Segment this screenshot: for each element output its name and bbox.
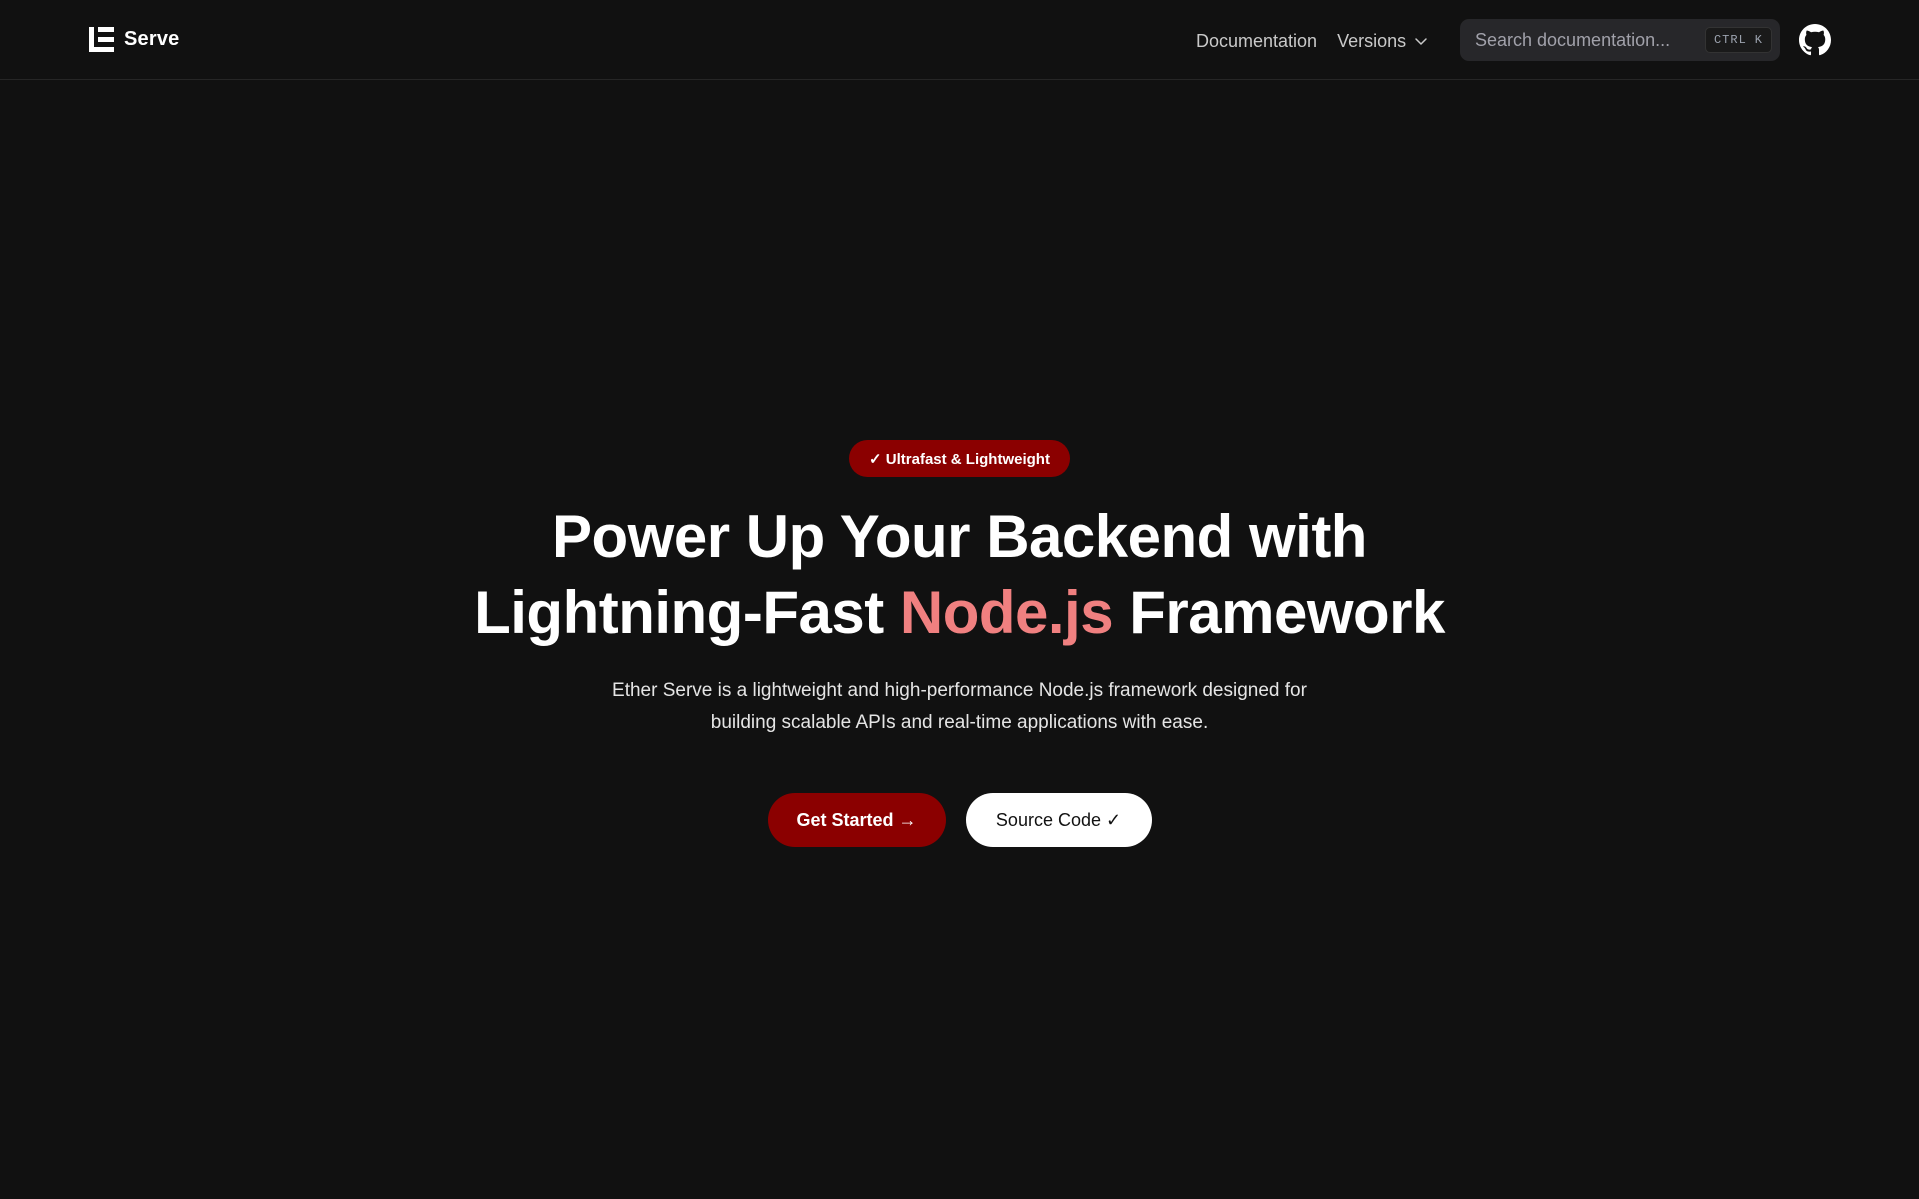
brand-name: Serve bbox=[124, 28, 180, 50]
headline-line-2-pre: Lightning-Fast bbox=[474, 579, 900, 646]
search-placeholder: Search documentation... bbox=[1475, 29, 1671, 50]
hero-headline: Power Up Your Backend with Lightning-Fas… bbox=[474, 499, 1445, 651]
hero-subtitle: Ether Serve is a lightweight and high-pe… bbox=[612, 680, 1307, 733]
nav-versions-dropdown[interactable]: Versions bbox=[1337, 28, 1428, 54]
github-icon bbox=[1799, 24, 1831, 56]
nav-versions-label: Versions bbox=[1337, 31, 1407, 51]
github-link[interactable] bbox=[1799, 24, 1831, 56]
headline-accent: Node.js bbox=[899, 579, 1114, 646]
headline-line-2-post: Framework bbox=[1113, 579, 1445, 646]
search-shortcut-hint: CTRL K bbox=[1704, 27, 1772, 53]
top-navbar: Serve Documentation Versions Search docu… bbox=[0, 0, 1919, 80]
ether-logo-icon bbox=[89, 27, 114, 52]
nav-documentation-link[interactable]: Documentation bbox=[1196, 28, 1317, 54]
hero-actions: Get Started → Source Code ✓ bbox=[767, 793, 1152, 847]
search-input[interactable]: Search documentation... CTRL K bbox=[1460, 19, 1780, 61]
headline-line-2: Lightning-Fast Node.js Framework bbox=[474, 575, 1445, 651]
chevron-down-icon bbox=[1415, 38, 1427, 45]
shortcut-key: K bbox=[1754, 33, 1763, 47]
shortcut-ctrl: CTRL bbox=[1713, 33, 1747, 47]
get-started-button[interactable]: Get Started → bbox=[767, 793, 946, 847]
source-code-button[interactable]: Source Code ✓ bbox=[965, 793, 1152, 847]
feature-badge: ✓ Ultrafast & Lightweight bbox=[849, 440, 1070, 477]
nav-links: Documentation Versions bbox=[1196, 28, 1428, 54]
hero-section: ✓ Ultrafast & Lightweight Power Up Your … bbox=[0, 440, 1919, 847]
brand-link[interactable]: Serve bbox=[89, 27, 180, 52]
headline-line-1: Power Up Your Backend with bbox=[552, 503, 1367, 570]
